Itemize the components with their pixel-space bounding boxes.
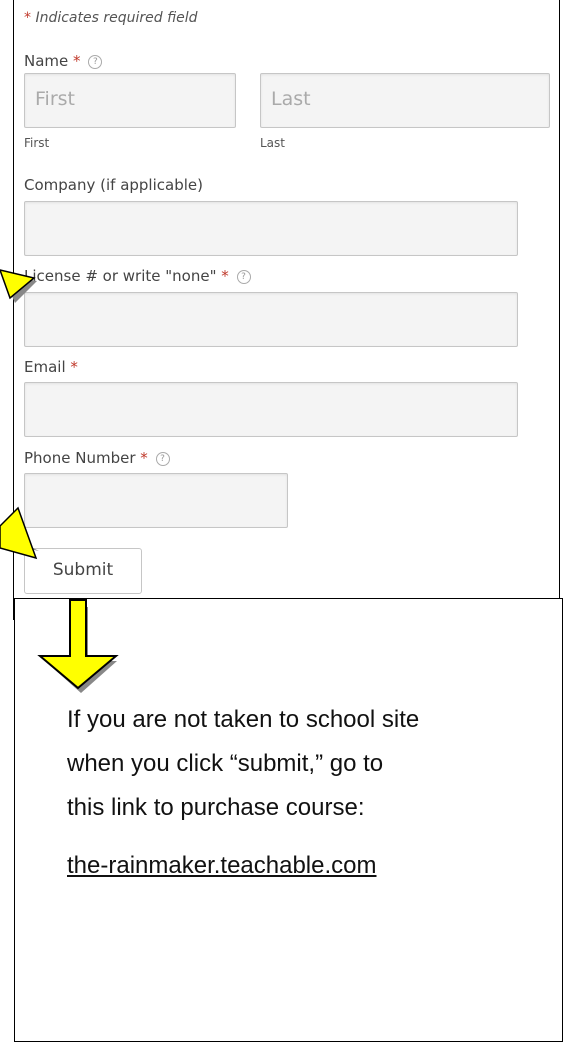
arrow-to-license-icon bbox=[0, 269, 37, 303]
arrow-down-icon bbox=[37, 599, 119, 693]
annotation-arrows bbox=[0, 269, 119, 693]
arrow-to-submit-icon bbox=[0, 506, 39, 560]
